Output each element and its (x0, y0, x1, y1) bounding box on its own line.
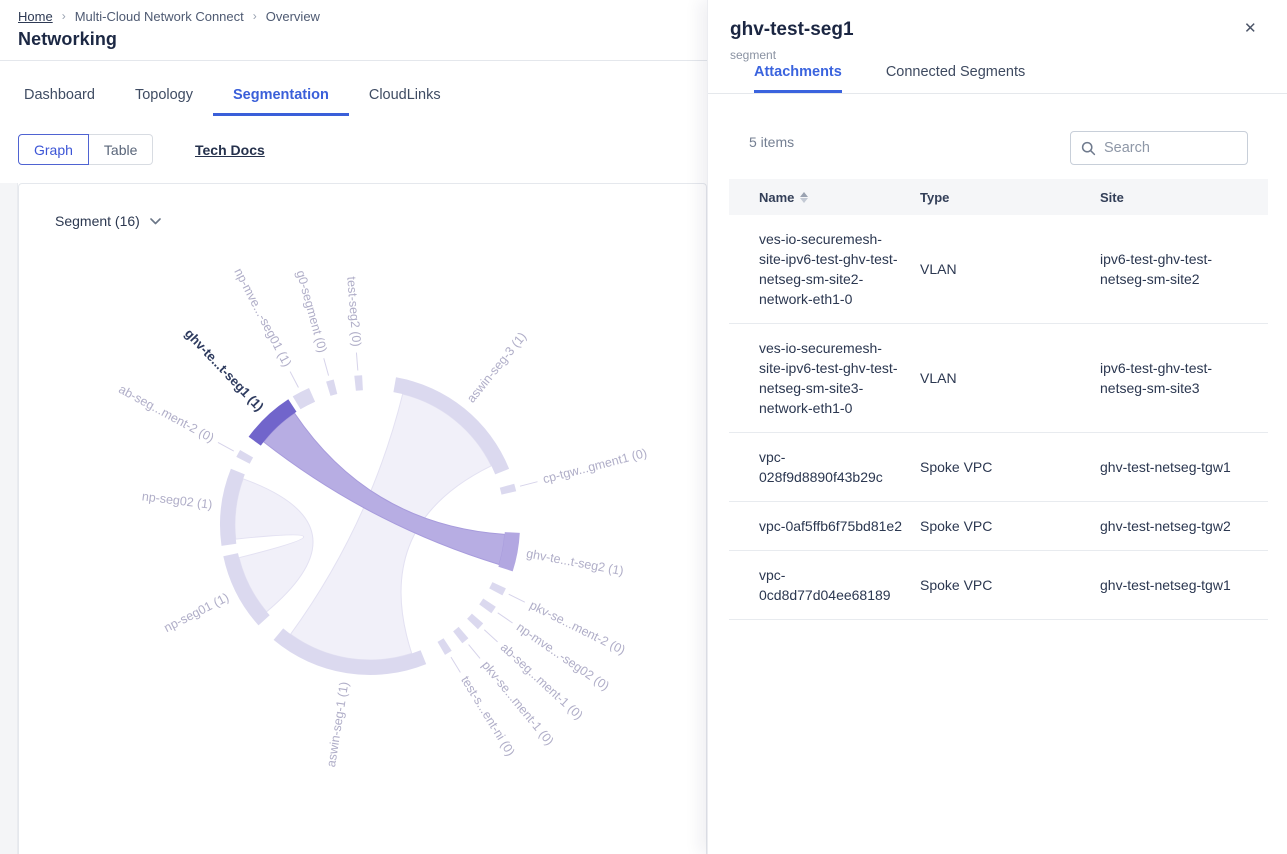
nav-tabs: DashboardTopologySegmentationCloudLinks (4, 84, 461, 116)
attachment-type-cell: VLAN (920, 324, 1100, 433)
table-row[interactable]: vpc-0af5ffb6f75bd81e2Spoke VPCghv-test-n… (729, 502, 1268, 551)
attachment-site-cell: ghv-test-netseg-tgw1 (1100, 551, 1268, 620)
attachments-table: Name Type Site ves-io-securemesh-site-ip… (729, 179, 1268, 620)
segment-filter-label: Segment (16) (55, 213, 140, 229)
attachment-type-cell: Spoke VPC (920, 551, 1100, 620)
attachment-type-cell: Spoke VPC (920, 433, 1100, 502)
panel-title: ghv-test-seg1 (730, 19, 854, 41)
search-placeholder: Search (1104, 140, 1150, 156)
table-row[interactable]: ves-io-securemesh-site-ipv6-test-ghv-tes… (729, 324, 1268, 433)
tab-dashboard[interactable]: Dashboard (4, 84, 115, 116)
view-toggle: Graph Table (18, 134, 153, 165)
breadcrumb-separator-icon: › (253, 9, 257, 23)
attachment-name-cell: vpc-0af5ffb6f75bd81e2 (729, 502, 920, 551)
table-row[interactable]: ves-io-securemesh-site-ipv6-test-ghv-tes… (729, 215, 1268, 324)
attachment-name-cell: vpc-0cd8d77d04ee68189 (729, 551, 920, 620)
graph-view-button[interactable]: Graph (18, 134, 89, 165)
page-title: Networking (18, 29, 117, 50)
attachment-site-cell: ghv-test-netseg-tgw2 (1100, 502, 1268, 551)
panel-tabs: Attachments Connected Segments (708, 64, 1287, 94)
column-header-type[interactable]: Type (920, 179, 1100, 215)
panel-subtitle: segment (730, 48, 776, 62)
page-gutter (0, 183, 18, 854)
attachment-site-cell: ipv6-test-ghv-test-netseg-sm-site3 (1100, 324, 1268, 433)
table-header-row: Name Type Site (729, 179, 1268, 215)
attachment-name-cell: ves-io-securemesh-site-ipv6-test-ghv-tes… (729, 215, 920, 324)
attachment-site-cell: ipv6-test-ghv-test-netseg-sm-site2 (1100, 215, 1268, 324)
panel-tab-attachments[interactable]: Attachments (754, 64, 842, 93)
tech-docs-link[interactable]: Tech Docs (195, 142, 265, 158)
tab-topology[interactable]: Topology (115, 84, 213, 116)
breadcrumb-item[interactable]: Multi-Cloud Network Connect (75, 9, 244, 24)
segmentation-graph-card: Segment (16) (18, 183, 707, 854)
table-row[interactable]: vpc-028f9d8890f43b29cSpoke VPCghv-test-n… (729, 433, 1268, 502)
close-icon[interactable]: ✕ (1244, 21, 1257, 36)
column-header-site[interactable]: Site (1100, 179, 1268, 215)
search-icon (1081, 141, 1096, 156)
segment-detail-panel: ghv-test-seg1 ✕ segment Attachments Conne… (707, 0, 1287, 854)
attachment-site-cell: ghv-test-netseg-tgw1 (1100, 433, 1268, 502)
table-row[interactable]: vpc-0cd8d77d04ee68189Spoke VPCghv-test-n… (729, 551, 1268, 620)
attachment-name-cell: vpc-028f9d8890f43b29c (729, 433, 920, 502)
breadcrumb: Home › Multi-Cloud Network Connect › Overvie… (18, 9, 320, 24)
segment-filter-dropdown[interactable]: Segment (16) (55, 213, 161, 229)
attachment-name-cell: ves-io-securemesh-site-ipv6-test-ghv-tes… (729, 324, 920, 433)
sort-icon[interactable] (800, 192, 808, 203)
panel-tab-connected-segments[interactable]: Connected Segments (886, 64, 1025, 93)
attachment-type-cell: Spoke VPC (920, 502, 1100, 551)
page-header: Home › Multi-Cloud Network Connect › Overvie… (0, 0, 707, 61)
chevron-down-icon (150, 218, 161, 225)
networking-page: Home › Multi-Cloud Network Connect › Overvie… (0, 0, 707, 854)
items-count: 5 items (749, 134, 794, 150)
column-header-name[interactable]: Name (729, 179, 920, 215)
breadcrumb-separator-icon: › (62, 9, 66, 23)
breadcrumb-item[interactable]: Overview (266, 9, 320, 24)
attachment-type-cell: VLAN (920, 215, 1100, 324)
tab-segmentation[interactable]: Segmentation (213, 84, 349, 116)
breadcrumb-item[interactable]: Home (18, 9, 53, 24)
table-view-button[interactable]: Table (89, 134, 153, 165)
search-input[interactable]: Search (1070, 131, 1248, 165)
tab-cloudlinks[interactable]: CloudLinks (349, 84, 461, 116)
